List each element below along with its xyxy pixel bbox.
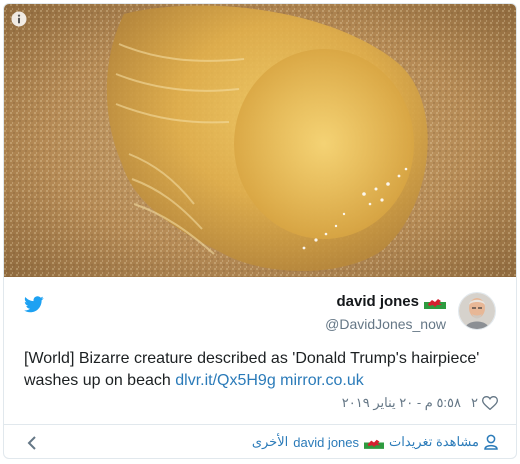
wales-flag-icon (364, 435, 385, 449)
see-more-tweets-link[interactable]: مشاهدة تغريدات david jones الأخرى (252, 434, 498, 450)
avatar[interactable] (458, 292, 496, 330)
chevron-left-icon[interactable] (26, 436, 38, 450)
author-name-row: david jones (325, 292, 446, 312)
author-name[interactable]: david jones (336, 292, 419, 312)
see-more-suffix: الأخرى (251, 434, 289, 449)
tweet-author[interactable]: david jones @DavidJones_now (325, 292, 496, 333)
author-handle[interactable]: @DavidJones_now (325, 315, 446, 333)
tweet-text: [World] Bizarre creature described as 'D… (24, 348, 504, 392)
tweet-card: david jones @DavidJones_now [World] Biza… (3, 3, 517, 459)
avatar-image (459, 293, 495, 329)
person-icon (484, 434, 498, 450)
tweet-media-image[interactable] (4, 4, 516, 277)
twitter-bird-icon[interactable] (24, 296, 44, 313)
see-more-prefix: مشاهدة تغريدات (389, 434, 479, 449)
jellyfish-photo (4, 4, 516, 277)
tweet-link-mirror[interactable]: mirror.co.uk (280, 372, 364, 389)
like-button[interactable]: ٢ (471, 395, 498, 411)
see-more-name: david jones (293, 434, 360, 450)
author-text: david jones @DavidJones_now (325, 292, 446, 333)
info-icon[interactable] (11, 11, 27, 27)
tweet-link-dlvr[interactable]: dlvr.it/Qx5H9g (175, 372, 275, 389)
tweet-timestamp[interactable]: ٥:٥٨ م - ٢٠ يناير ٢٠١٩ (342, 395, 461, 411)
like-count: ٢ (471, 395, 478, 410)
heart-icon (482, 396, 498, 410)
tweet-meta: ٢ ٥:٥٨ م - ٢٠ يناير ٢٠١٩ (342, 395, 498, 411)
tweet-footer: مشاهدة تغريدات david jones الأخرى (4, 425, 516, 458)
wales-flag-icon (424, 295, 446, 309)
